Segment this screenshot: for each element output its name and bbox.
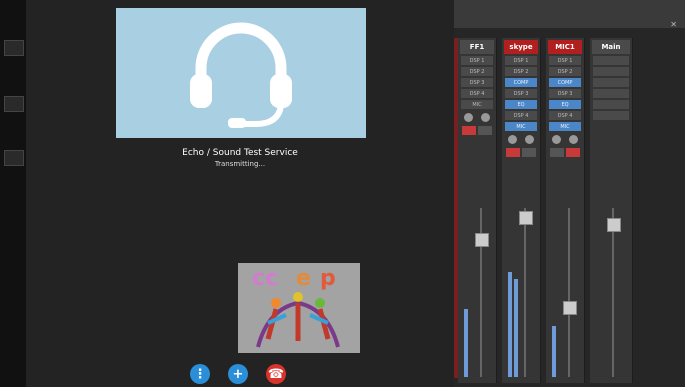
call-window: Echo / Sound Test Service Transmitting..… [26, 0, 454, 387]
mixer-toolbar [454, 0, 685, 28]
pan-knob[interactable] [481, 113, 490, 122]
insert-slot[interactable]: MIC [461, 100, 493, 109]
level-meter [552, 326, 556, 377]
level-meter [464, 309, 468, 377]
insert-slot[interactable]: DSP 2 [505, 67, 537, 76]
fader-cap[interactable] [475, 233, 489, 248]
solo-button[interactable] [566, 148, 580, 157]
insert-slot[interactable]: DSP 4 [461, 89, 493, 98]
insert-slot[interactable]: DSP 1 [549, 56, 581, 65]
svg-text:p: p [320, 266, 336, 291]
close-icon[interactable]: ✕ [670, 20, 677, 29]
insert-slot[interactable]: DSP 4 [549, 111, 581, 120]
insert-slot[interactable]: DSP 4 [505, 111, 537, 120]
solo-button[interactable] [478, 126, 492, 135]
background-button[interactable] [4, 96, 24, 112]
mute-button[interactable] [506, 148, 520, 157]
insert-slot[interactable]: MIC [505, 122, 537, 131]
fader-cap[interactable] [563, 300, 577, 315]
channel-strip-ff1: FF1 DSP 1 DSP 2 DSP 3 DSP 4 MIC [458, 38, 497, 383]
insert-slot[interactable]: EQ [549, 100, 581, 109]
channel-name: MIC1 [548, 40, 582, 54]
gain-knob[interactable] [464, 113, 473, 122]
insert-slot[interactable]: COMP [505, 78, 537, 87]
self-view-video: cc e p [238, 263, 360, 353]
channel-strip-skype: skype DSP 1 DSP 2 COMP DSP 3 EQ DSP 4 MI… [502, 38, 541, 383]
insert-slot[interactable] [593, 78, 629, 87]
gain-knob[interactable] [552, 135, 561, 144]
insert-slot[interactable]: EQ [505, 100, 537, 109]
fader-track [568, 208, 570, 377]
svg-text:e: e [296, 266, 311, 291]
svg-text:cc: cc [252, 266, 278, 291]
pan-knob[interactable] [569, 135, 578, 144]
insert-slot[interactable]: DSP 1 [461, 56, 493, 65]
solo-button[interactable] [522, 148, 536, 157]
background-button[interactable] [4, 40, 24, 56]
channel-name: FF1 [460, 40, 494, 54]
insert-slot[interactable]: DSP 3 [505, 89, 537, 98]
mute-button[interactable] [462, 126, 476, 135]
fader[interactable] [550, 208, 580, 377]
level-meter [514, 278, 518, 377]
insert-slot[interactable]: DSP 2 [549, 67, 581, 76]
insert-slot[interactable]: DSP 2 [461, 67, 493, 76]
channel-name: skype [504, 40, 538, 54]
insert-slot[interactable]: COMP [549, 78, 581, 87]
insert-slot[interactable] [593, 56, 629, 65]
fader[interactable] [462, 208, 492, 377]
gain-knob[interactable] [508, 135, 517, 144]
insert-slot[interactable]: DSP 1 [505, 56, 537, 65]
fader-track [524, 208, 526, 377]
level-meter [508, 272, 512, 377]
fader-cap[interactable] [519, 211, 533, 226]
dialpad-button[interactable]: ⋮ [190, 364, 210, 384]
hang-up-icon: ☎ [267, 366, 285, 382]
insert-slot[interactable] [593, 67, 629, 76]
insert-slot[interactable] [593, 89, 629, 98]
audio-mixer-window: ✕ FF1 DSP 1 DSP 2 DSP 3 DSP 4 MIC skype … [454, 0, 685, 387]
fader-track [612, 208, 614, 377]
add-participant-button[interactable]: + [228, 364, 248, 384]
call-status: Transmitting... [214, 160, 266, 168]
contact-name: Echo / Sound Test Service [182, 148, 298, 158]
insert-slot[interactable]: MIC [549, 122, 581, 131]
fader-cap[interactable] [607, 218, 621, 233]
background-app-strip [0, 0, 26, 387]
ccep-logo: cc e p [238, 263, 360, 353]
insert-slot[interactable] [593, 100, 629, 109]
contact-avatar [116, 8, 366, 138]
fader[interactable] [506, 208, 536, 377]
headset-icon [190, 22, 292, 128]
dialpad-icon: ⋮ [193, 366, 207, 382]
insert-slot[interactable]: DSP 3 [461, 78, 493, 87]
add-icon: + [232, 366, 244, 382]
insert-slot[interactable]: DSP 3 [549, 89, 581, 98]
hang-up-button[interactable]: ☎ [266, 364, 286, 384]
mute-button[interactable] [550, 148, 564, 157]
channel-name: Main [592, 40, 630, 54]
background-button[interactable] [4, 150, 24, 166]
channel-strip-main: Main [590, 38, 633, 383]
pan-knob[interactable] [525, 135, 534, 144]
fader[interactable] [594, 208, 628, 377]
channel-strip-mic1: MIC1 DSP 1 DSP 2 COMP DSP 3 EQ DSP 4 MIC [546, 38, 585, 383]
insert-slot[interactable] [593, 111, 629, 120]
